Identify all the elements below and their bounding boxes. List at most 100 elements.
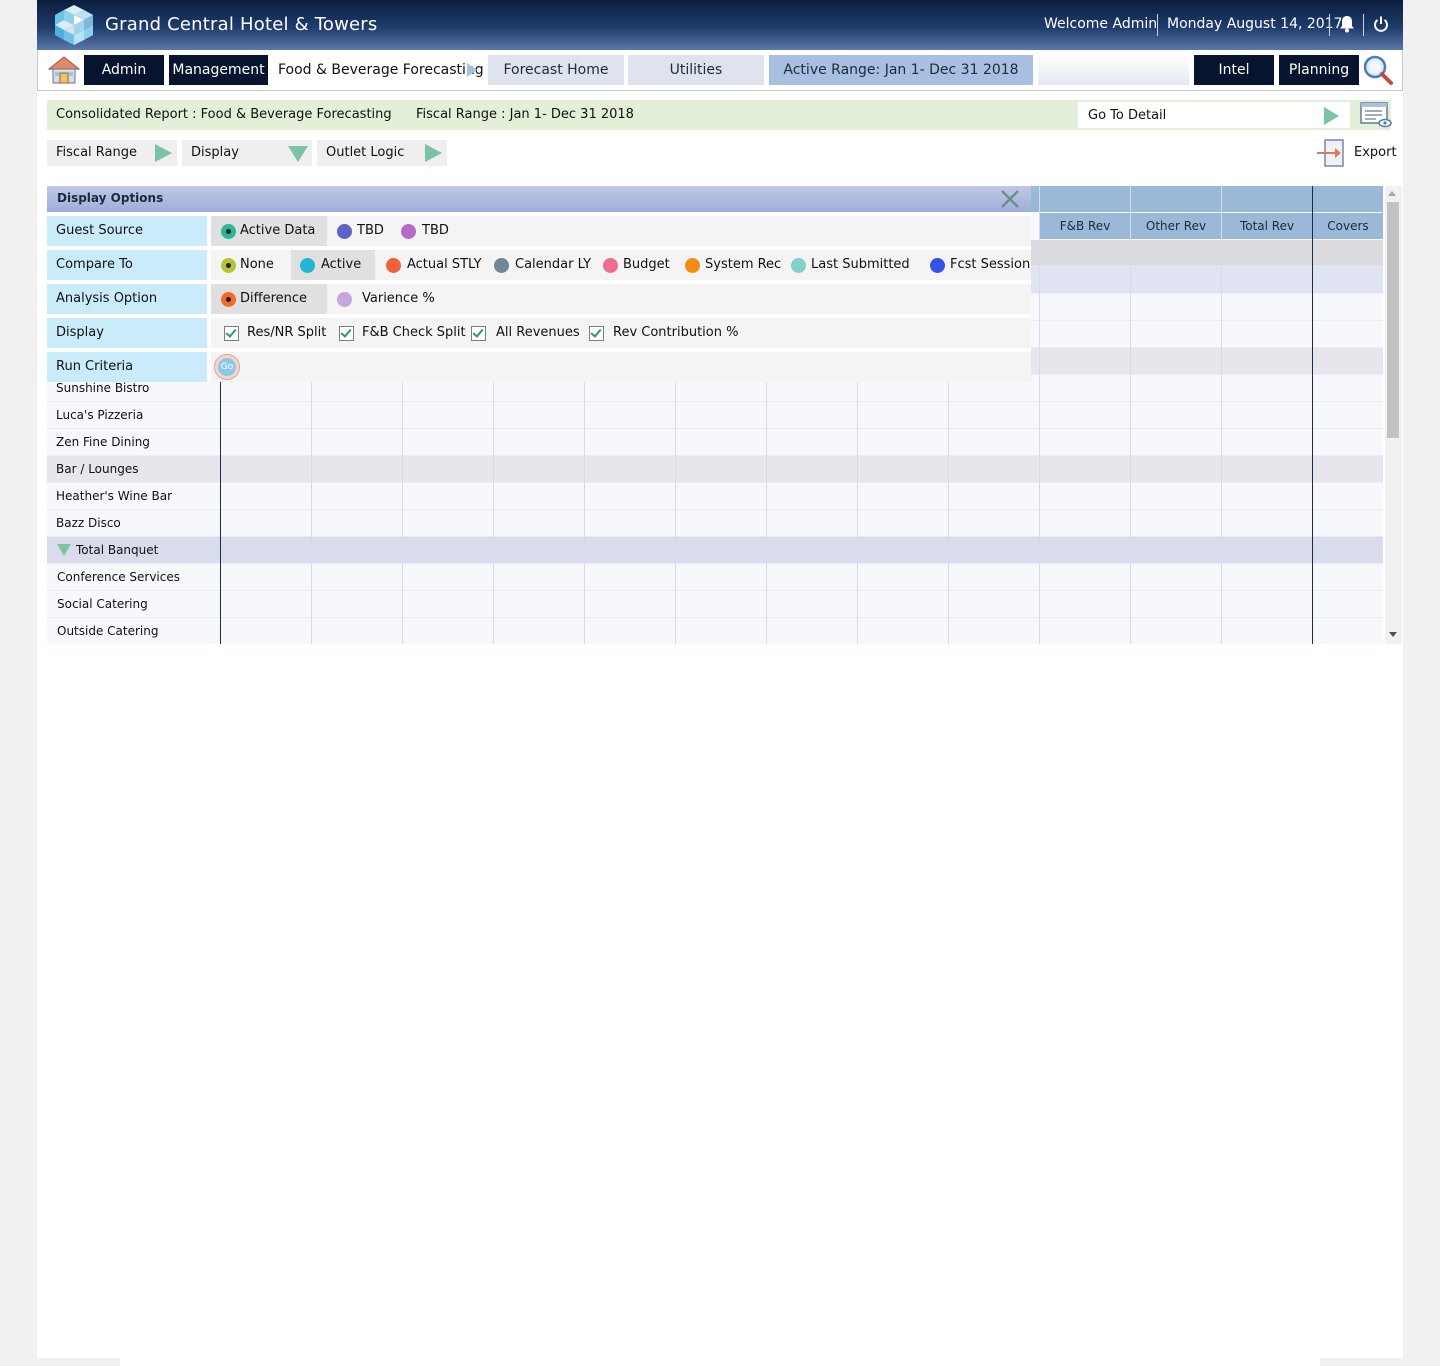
go-label: Go — [218, 358, 236, 376]
forecast-home-button[interactable]: Forecast Home — [488, 55, 624, 85]
option-label: TBD — [357, 223, 384, 238]
row-label: Zen Fine Dining — [56, 435, 150, 449]
analysis-varience-radio[interactable]: Varience % — [331, 284, 441, 314]
display-filter[interactable]: Display — [182, 140, 312, 166]
hotel-name: Grand Central Hotel & Towers — [105, 14, 378, 35]
table-row[interactable]: Bazz Disco — [47, 510, 1383, 537]
radio-dot-icon — [791, 258, 806, 273]
option-label: Active — [321, 257, 362, 272]
option-label: None — [240, 257, 274, 272]
planning-button[interactable]: Planning — [1279, 55, 1359, 85]
guest-source-active-data-radio[interactable]: Active Data — [211, 216, 327, 246]
option-label: Rev Contribution % — [613, 325, 739, 340]
table-row[interactable]: Zen Fine Dining — [47, 429, 1383, 456]
play-arrow-icon — [1324, 107, 1339, 125]
compare-active-radio[interactable]: Active — [291, 250, 375, 280]
row-label: Bazz Disco — [56, 516, 121, 530]
res-nr-split-checkbox[interactable]: Res/NR Split — [211, 318, 326, 348]
intel-button[interactable]: Intel — [1194, 55, 1274, 85]
table-row[interactable]: Outside Catering — [47, 618, 1383, 644]
radio-dot-icon — [221, 224, 236, 239]
report-view-icon[interactable] — [1360, 101, 1392, 129]
admin-button[interactable]: Admin — [84, 55, 164, 85]
power-icon[interactable] — [1373, 15, 1389, 33]
compare-none-radio[interactable]: None — [211, 250, 287, 280]
active-range-button[interactable]: Active Range: Jan 1- Dec 31 2018 — [769, 55, 1033, 85]
go-to-detail-label: Go To Detail — [1088, 108, 1167, 123]
row-label: Conference Services — [57, 570, 180, 584]
scrollbar-thumb[interactable] — [1387, 202, 1399, 438]
compare-fcst-session-radio[interactable]: Fcst Session — [925, 250, 1031, 280]
table-row[interactable]: Bar / Lounges — [47, 456, 1383, 483]
notification-bell-icon[interactable] — [1339, 15, 1355, 33]
export-button[interactable]: Export — [1354, 145, 1397, 160]
checkbox-icon — [471, 326, 486, 341]
grid-frozen-divider — [220, 382, 221, 644]
outlet-logic-filter[interactable]: Outlet Logic — [317, 140, 447, 166]
column-header[interactable]: Covers — [1313, 213, 1383, 239]
grid-divider — [1039, 186, 1040, 644]
checkbox-icon — [224, 326, 239, 341]
display-options-panel: Display Options Guest Source Active Data… — [47, 186, 1031, 382]
play-arrow-icon — [155, 144, 172, 162]
home-icon[interactable] — [48, 55, 80, 85]
row-label: Sunshine Bistro — [56, 381, 150, 395]
fiscal-range-filter[interactable]: Fiscal Range — [47, 140, 177, 166]
all-revenues-checkbox[interactable]: All Revenues — [461, 318, 580, 348]
run-criteria-area: Go — [211, 352, 1031, 382]
option-label: Actual STLY — [407, 257, 482, 272]
guest-source-tbd-radio[interactable]: TBD — [331, 216, 387, 246]
column-header[interactable]: F&B Rev — [1040, 213, 1130, 239]
main-nav: Admin Management Food & Beverage Forecas… — [37, 50, 1403, 91]
fb-check-split-checkbox[interactable]: F&B Check Split — [327, 318, 466, 348]
table-row[interactable]: Conference Services — [47, 564, 1383, 591]
rev-contribution-checkbox[interactable]: Rev Contribution % — [577, 318, 739, 348]
option-label: TBD — [422, 223, 449, 238]
breadcrumb[interactable]: Food & Beverage Forecasting — [278, 62, 484, 78]
panel-header: Display Options — [47, 186, 1031, 212]
option-label: All Revenues — [496, 325, 580, 340]
radio-dot-icon — [685, 258, 700, 273]
radio-dot-icon — [494, 258, 509, 273]
utilities-button[interactable]: Utilities — [628, 55, 764, 85]
blank-nav-button[interactable] — [1038, 55, 1189, 85]
management-button[interactable]: Management — [169, 55, 268, 85]
table-row[interactable]: Luca's Pizzeria — [47, 402, 1383, 429]
hotel-logo-icon — [55, 5, 93, 45]
scroll-down-arrow-icon[interactable] — [1389, 632, 1397, 637]
compare-system-rec-radio[interactable]: System Rec — [679, 250, 785, 280]
compare-calendar-ly-radio[interactable]: Calendar LY — [489, 250, 593, 280]
search-icon[interactable] — [1362, 54, 1394, 86]
row-label: Outside Catering — [57, 624, 159, 638]
option-label: Last Submitted — [811, 257, 910, 272]
collapse-arrow-icon[interactable] — [57, 544, 71, 556]
scroll-up-arrow-icon[interactable] — [1388, 191, 1396, 196]
column-header[interactable]: Total Rev — [1222, 213, 1312, 239]
analysis-difference-radio[interactable]: Difference — [211, 284, 327, 314]
compare-budget-radio[interactable]: Budget — [597, 250, 677, 280]
app-frame: Grand Central Hotel & Towers Welcome Adm… — [37, 0, 1403, 1358]
header-divider — [1329, 14, 1330, 36]
table-row[interactable]: Heather's Wine Bar — [47, 483, 1383, 510]
option-label: Fcst Session — [950, 257, 1031, 272]
grid-frozen-divider — [1312, 186, 1313, 644]
display-label: Display — [47, 318, 207, 348]
play-arrow-icon — [425, 144, 442, 162]
close-icon[interactable] — [999, 189, 1021, 209]
go-to-detail-button[interactable]: Go To Detail — [1078, 102, 1350, 128]
radio-dot-icon — [401, 224, 416, 239]
header-divider — [1157, 14, 1158, 36]
report-title: Consolidated Report : Food & Beverage Fo… — [56, 107, 392, 122]
column-header[interactable]: Other Rev — [1131, 213, 1221, 239]
compare-actual-stly-radio[interactable]: Actual STLY — [381, 250, 483, 280]
go-button[interactable]: Go — [214, 354, 240, 380]
option-label: Active Data — [240, 223, 316, 238]
table-row[interactable]: Total Banquet — [47, 537, 1383, 564]
radio-dot-icon — [603, 258, 618, 273]
guest-source-tbd-radio[interactable]: TBD — [395, 216, 455, 246]
guest-source-label: Guest Source — [47, 216, 207, 246]
compare-last-submitted-radio[interactable]: Last Submitted — [785, 250, 921, 280]
option-label: Budget — [623, 257, 670, 272]
export-icon[interactable] — [1315, 138, 1347, 168]
table-row[interactable]: Social Catering — [47, 591, 1383, 618]
